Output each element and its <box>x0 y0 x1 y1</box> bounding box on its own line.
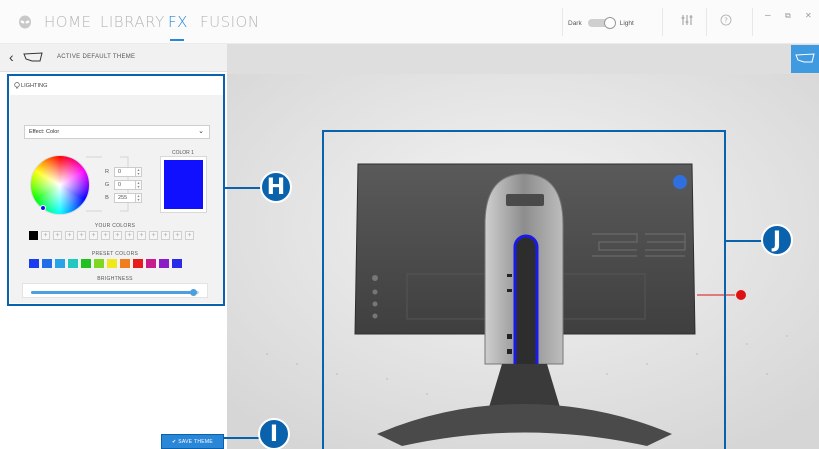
preview-toggle-button[interactable] <box>791 45 819 73</box>
save-theme-button[interactable]: ✔ SAVE THEME <box>161 434 224 449</box>
callout-i-badge: I <box>258 418 290 449</box>
nav-home[interactable]: HOME <box>44 13 92 31</box>
monitor-preview-highlight <box>322 130 726 449</box>
monitor-outline-icon <box>795 53 815 63</box>
maximize-button[interactable]: ⧉ <box>785 11 791 21</box>
monitor-outline-icon <box>23 52 43 62</box>
back-button[interactable]: ‹ <box>9 49 14 65</box>
lighting-panel-highlight <box>7 74 225 306</box>
divider <box>562 8 563 36</box>
nav-active-indicator <box>170 39 184 41</box>
callout-i-line <box>224 437 260 439</box>
nav-fusion[interactable]: FUSION <box>200 13 260 31</box>
divider <box>706 8 707 36</box>
close-button[interactable]: ✕ <box>805 11 812 20</box>
page-title: ACTIVE DEFAULT THEME <box>57 54 136 60</box>
theme-toggle[interactable]: Dark Light <box>568 16 634 30</box>
callout-j-line <box>726 240 764 242</box>
alienware-logo-icon <box>19 15 31 29</box>
callout-h-line <box>225 187 263 189</box>
nav-library[interactable]: LIBRARY <box>100 13 165 31</box>
nav-fx[interactable]: FX <box>168 13 188 31</box>
svg-text:?: ? <box>724 17 728 25</box>
divider <box>752 8 753 36</box>
help-icon[interactable]: ? <box>720 14 732 26</box>
theme-switch[interactable] <box>587 17 616 29</box>
theme-dark-label: Dark <box>568 19 582 27</box>
divider <box>662 8 663 36</box>
settings-sliders-icon[interactable] <box>681 14 693 26</box>
minimize-button[interactable]: – <box>765 10 771 21</box>
callout-h-badge: H <box>260 171 292 203</box>
sub-header: ‹ ACTIVE DEFAULT THEME <box>0 44 227 72</box>
theme-light-label: Light <box>619 19 634 27</box>
preview-header <box>227 44 819 74</box>
theme-switch-knob <box>603 17 616 29</box>
top-bar: HOME LIBRARY FX FUSION Dark Light ? – ⧉ … <box>0 0 819 44</box>
callout-j-badge: J <box>761 224 793 256</box>
